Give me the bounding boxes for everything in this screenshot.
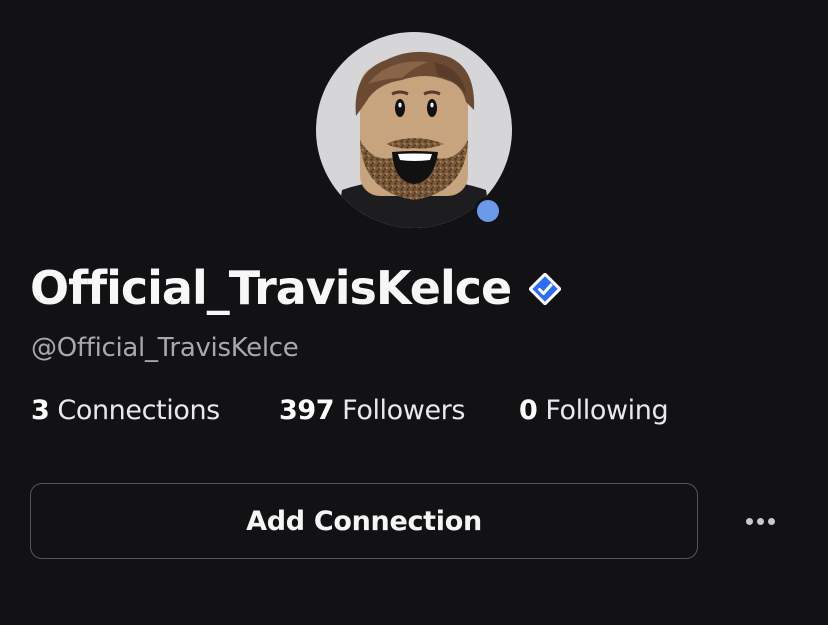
connections-count: 3 (31, 395, 50, 426)
followers-stat[interactable]: 397 Followers (279, 395, 519, 426)
username: @Official_TravisKelce (31, 333, 299, 363)
more-horizontal-icon[interactable] (736, 506, 784, 536)
display-name: Official_TravisKelce (30, 261, 512, 315)
profile-header: Official_TravisKelce @Official_TravisKel… (0, 0, 828, 625)
following-label: Following (545, 395, 669, 426)
connections-stat[interactable]: 3 Connections (31, 395, 279, 426)
followers-label: Followers (342, 395, 466, 426)
profile-stats: 3 Connections 397 Followers 0 Following (31, 395, 669, 426)
verified-badge-icon (528, 272, 563, 306)
followers-count: 397 (279, 395, 335, 426)
add-connection-label: Add Connection (246, 505, 482, 537)
add-connection-button[interactable]: Add Connection (30, 483, 698, 559)
more-dot (756, 517, 764, 525)
name-row: Official_TravisKelce (30, 258, 563, 318)
following-count: 0 (519, 395, 538, 426)
more-dot (745, 517, 753, 525)
online-status-indicator (474, 197, 502, 225)
connections-label: Connections (57, 395, 220, 426)
following-stat[interactable]: 0 Following (519, 395, 669, 426)
more-dot (767, 517, 775, 525)
